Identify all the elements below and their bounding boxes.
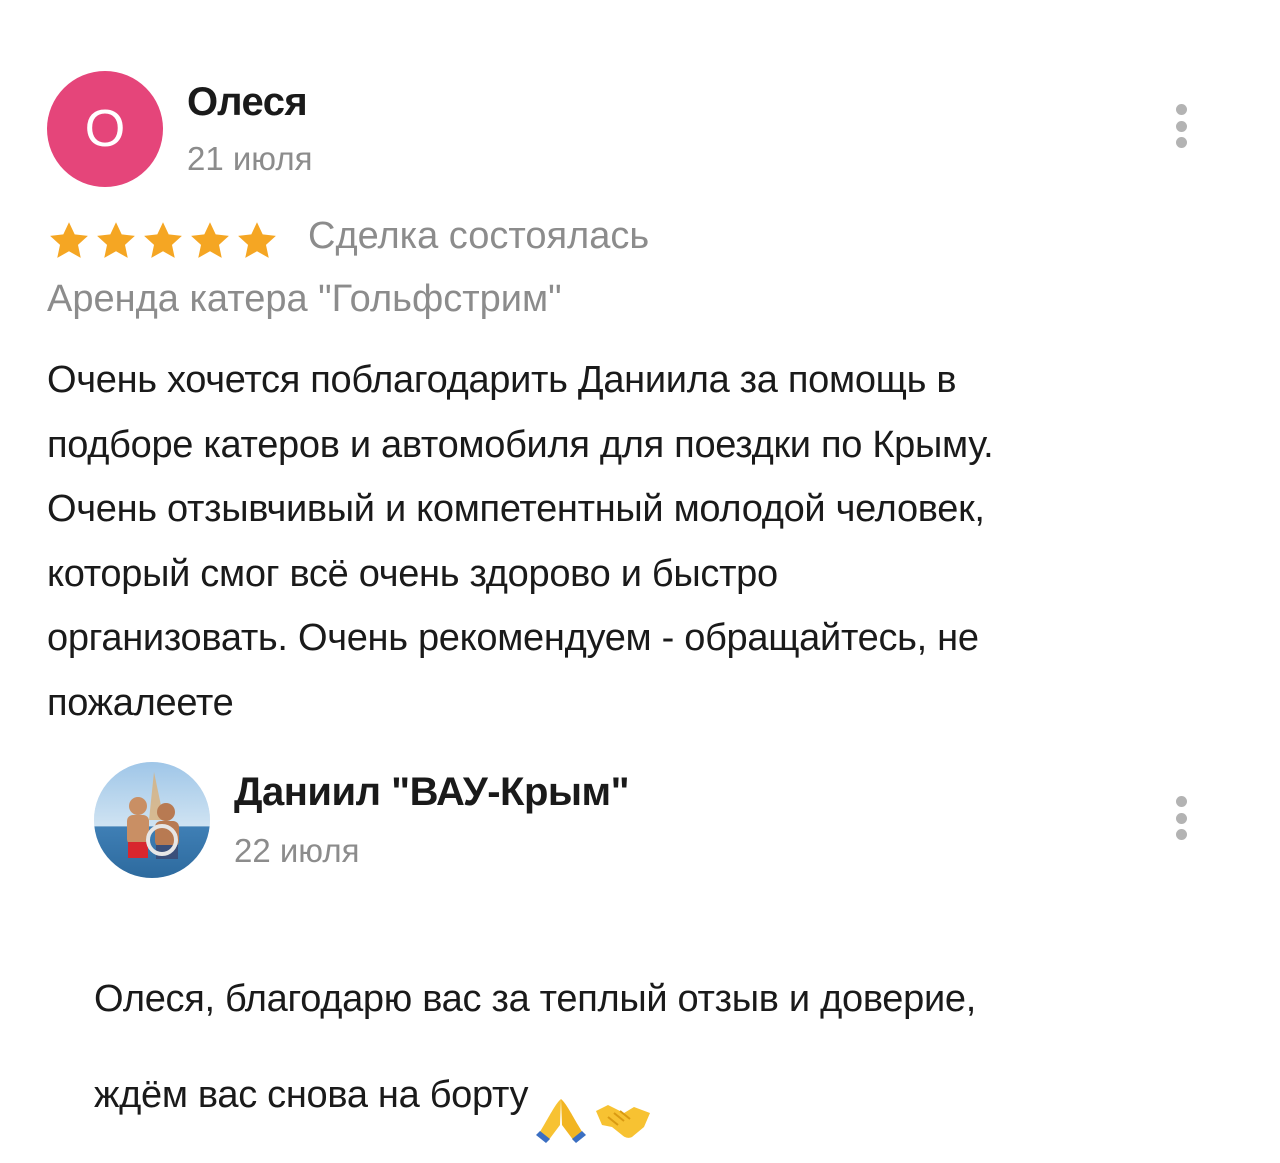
review-text: Очень хочется поблагодарить Даниила за п… [47, 359, 994, 724]
folded-hands-icon [534, 1031, 588, 1163]
rating-stars [47, 219, 279, 263]
star-icon [235, 219, 279, 263]
review-date: 21 июля [187, 140, 313, 177]
reply-avatar[interactable] [94, 762, 210, 878]
reply-author-name[interactable]: Даниил "ВАУ-Крым" [234, 770, 630, 815]
item-title[interactable]: Аренда катера "Гольфстрим" [47, 278, 562, 321]
star-icon [141, 219, 185, 263]
reply-text: Олеся, благодарю вас за теплый отзыв и д… [94, 903, 1234, 1163]
star-icon [188, 219, 232, 263]
star-icon [94, 219, 138, 263]
more-vertical-icon[interactable] [1166, 104, 1196, 148]
handshake-icon [594, 1033, 652, 1161]
deal-status: Сделка состоялась [308, 215, 650, 257]
reply-date: 22 июля [234, 832, 360, 869]
avatar-letter: О [84, 100, 126, 158]
more-vertical-icon[interactable] [1166, 796, 1196, 840]
avatar[interactable]: О [47, 71, 163, 187]
star-icon [47, 219, 91, 263]
review-author-name[interactable]: Олеся [187, 80, 308, 125]
